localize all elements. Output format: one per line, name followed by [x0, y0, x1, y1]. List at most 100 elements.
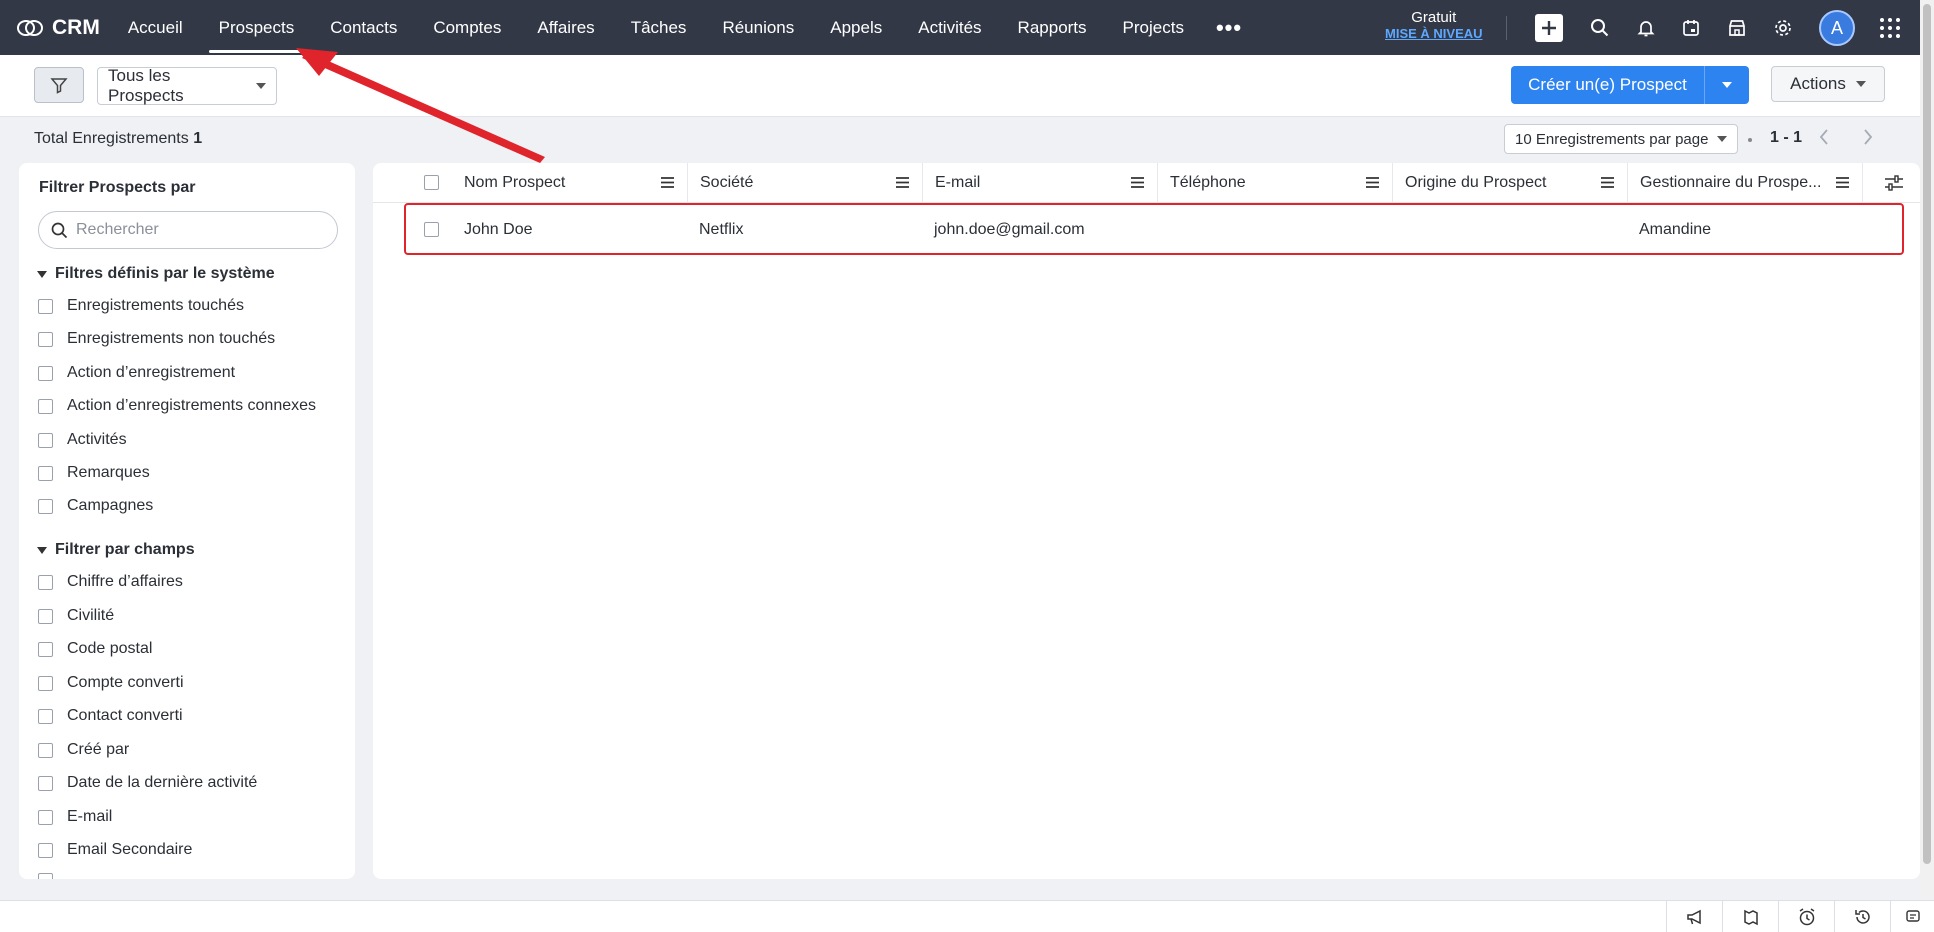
column-menu-icon[interactable] [1835, 176, 1850, 189]
recent-history-icon[interactable] [1834, 901, 1890, 932]
filter-checkbox[interactable] [38, 842, 53, 858]
filter-item[interactable]: Campagnes [38, 497, 153, 515]
filter-item[interactable]: Civilité [38, 607, 114, 625]
column-header-origine[interactable]: Origine du Prospect [1392, 163, 1627, 203]
tab-prospects[interactable]: Prospects [201, 0, 313, 55]
records-per-page-select[interactable]: 10 Enregistrements par page [1504, 124, 1738, 154]
filter-item[interactable]: E-mail [38, 808, 112, 826]
actions-button[interactable]: Actions [1771, 66, 1885, 102]
user-avatar[interactable]: A [1819, 10, 1855, 46]
upgrade-link[interactable]: MISE À NIVEAU [1385, 26, 1483, 42]
reminder-alarm-icon[interactable] [1778, 901, 1834, 932]
filter-label: Date de la dernière activité [67, 774, 258, 791]
column-header-telephone[interactable]: Téléphone [1157, 163, 1392, 203]
column-header-societe[interactable]: Société [687, 163, 922, 203]
filter-item[interactable]: Remarques [38, 464, 150, 482]
chevron-down-icon [1722, 82, 1732, 88]
filter-checkbox[interactable] [38, 873, 53, 879]
settings-gear-icon[interactable] [1769, 14, 1797, 42]
page-scrollbar[interactable] [1920, 0, 1934, 900]
chevron-down-icon [1717, 136, 1727, 142]
column-menu-icon[interactable] [895, 176, 910, 189]
filter-item-partial[interactable] [38, 873, 67, 879]
column-header-email[interactable]: E-mail [922, 163, 1157, 203]
filter-item[interactable]: Date de la dernière activité [38, 774, 257, 792]
filter-search-input[interactable] [76, 221, 316, 239]
filter-item[interactable]: Contact converti [38, 707, 183, 725]
filter-item[interactable]: Enregistrements touchés [38, 297, 244, 315]
column-menu-icon[interactable] [1365, 176, 1380, 189]
filter-checkbox[interactable] [38, 465, 53, 481]
chat-icon[interactable] [1890, 901, 1934, 932]
select-all-checkbox[interactable] [424, 175, 439, 190]
filter-item[interactable]: Action d’enregistrement [38, 364, 235, 382]
quick-create-icon[interactable] [1535, 14, 1563, 42]
cell-prospect-name[interactable]: John Doe [464, 221, 533, 239]
system-filters-section[interactable]: Filtres définis par le système [37, 265, 275, 283]
cell-email[interactable]: john.doe@gmail.com [934, 221, 1085, 239]
more-tabs-icon[interactable]: ••• [1202, 15, 1256, 41]
filter-checkbox[interactable] [38, 809, 53, 825]
search-icon[interactable] [1586, 14, 1614, 42]
row-checkbox[interactable] [424, 222, 439, 237]
filter-item[interactable]: Email Secondaire [38, 841, 192, 859]
next-page-icon[interactable] [1862, 128, 1874, 151]
filter-checkbox[interactable] [38, 365, 53, 381]
tab-taches[interactable]: Tâches [613, 0, 705, 55]
separator-dot [1748, 138, 1752, 142]
filter-item[interactable]: Activités [38, 431, 127, 449]
filter-checkbox[interactable] [38, 775, 53, 791]
apps-grid-icon[interactable] [1876, 14, 1904, 42]
filter-item[interactable]: Chiffre d’affaires [38, 573, 183, 591]
tab-projects[interactable]: Projects [1105, 0, 1202, 55]
tab-affaires[interactable]: Affaires [519, 0, 612, 55]
column-header-gestionnaire[interactable]: Gestionnaire du Prospe... [1627, 163, 1862, 203]
column-menu-icon[interactable] [660, 176, 675, 189]
filter-checkbox[interactable] [38, 574, 53, 590]
cell-owner: Amandine [1639, 221, 1712, 238]
tab-comptes[interactable]: Comptes [415, 0, 519, 55]
field-filters-section[interactable]: Filtrer par champs [37, 541, 195, 559]
filter-label: Action d’enregistrements connexes [67, 397, 317, 414]
filter-item[interactable]: Créé par [38, 741, 129, 759]
previous-page-icon[interactable] [1818, 128, 1830, 151]
notifications-bell-icon[interactable] [1632, 14, 1660, 42]
filter-checkbox[interactable] [38, 398, 53, 414]
tab-appels[interactable]: Appels [812, 0, 900, 55]
filter-item[interactable]: Enregistrements non touchés [38, 330, 275, 348]
filter-checkbox[interactable] [38, 331, 53, 347]
column-header-nom-prospect[interactable]: Nom Prospect [464, 163, 687, 203]
filter-checkbox[interactable] [38, 675, 53, 691]
create-options-dropdown[interactable] [1705, 66, 1749, 104]
filter-label: Email Secondaire [67, 841, 193, 858]
crm-logo[interactable]: CRM [16, 16, 100, 40]
signals-icon[interactable] [1722, 901, 1778, 932]
calendar-icon[interactable] [1677, 14, 1705, 42]
filter-item[interactable]: Action d’enregistrements connexes [38, 397, 316, 415]
filter-checkbox[interactable] [38, 641, 53, 657]
view-selector[interactable]: Tous les Prospects [97, 66, 277, 105]
announcement-megaphone-icon[interactable] [1666, 901, 1722, 932]
filter-item[interactable]: Compte converti [38, 674, 184, 692]
create-prospect-label[interactable]: Créer un(e) Prospect [1511, 66, 1705, 104]
filter-checkbox[interactable] [38, 742, 53, 758]
filter-checkbox[interactable] [38, 498, 53, 514]
column-menu-icon[interactable] [1600, 176, 1615, 189]
filter-item[interactable]: Code postal [38, 640, 152, 658]
filter-checkbox[interactable] [38, 298, 53, 314]
scrollbar-thumb[interactable] [1923, 4, 1931, 864]
create-prospect-button[interactable]: Créer un(e) Prospect [1511, 66, 1749, 104]
column-settings-icon[interactable] [1884, 174, 1904, 192]
tab-accueil[interactable]: Accueil [110, 0, 201, 55]
filter-toggle-button[interactable] [34, 67, 84, 103]
filter-checkbox[interactable] [38, 708, 53, 724]
filter-label: Action d’enregistrement [67, 364, 236, 381]
tab-activites[interactable]: Activités [900, 0, 999, 55]
tab-rapports[interactable]: Rapports [1000, 0, 1105, 55]
tab-reunions[interactable]: Réunions [704, 0, 812, 55]
marketplace-icon[interactable] [1723, 14, 1751, 42]
column-menu-icon[interactable] [1130, 176, 1145, 189]
tab-contacts[interactable]: Contacts [312, 0, 415, 55]
filter-checkbox[interactable] [38, 608, 53, 624]
filter-checkbox[interactable] [38, 432, 53, 448]
